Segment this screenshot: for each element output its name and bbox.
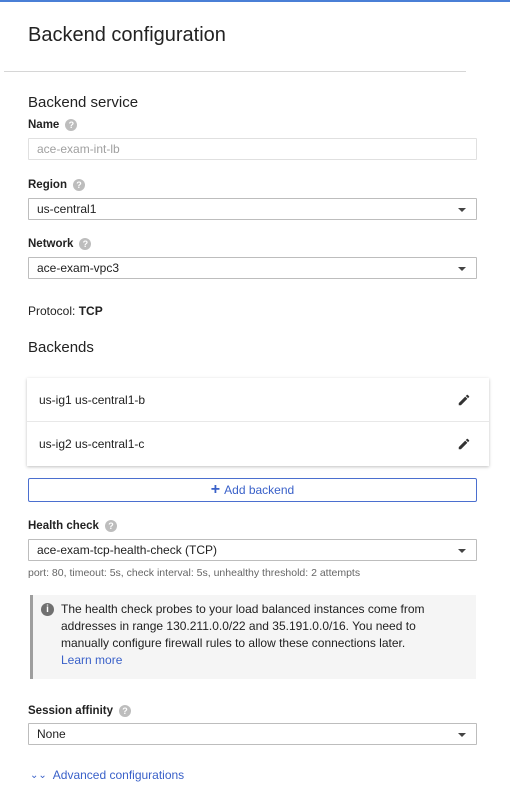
- double-chevron-down-icon: ⌄⌄: [30, 769, 47, 781]
- network-select-value: ace-exam-vpc3: [37, 261, 120, 275]
- health-check-select[interactable]: ace-exam-tcp-health-check (TCP): [28, 539, 477, 561]
- health-check-details: port: 80, timeout: 5s, check interval: 5…: [28, 567, 361, 579]
- section-title-backend-service: Backend service: [28, 94, 139, 111]
- plus-icon: +: [210, 481, 221, 498]
- backend-item[interactable]: us-ig2 us-central1-c: [27, 422, 489, 466]
- backend-item[interactable]: us-ig1 us-central1-b: [27, 378, 489, 422]
- region-label: Region ?: [28, 179, 85, 191]
- session-affinity-select[interactable]: None: [28, 723, 477, 745]
- help-icon[interactable]: ?: [104, 520, 117, 532]
- backend-item-label: us-ig1 us-central1-b: [39, 392, 146, 407]
- protocol-value: TCP: [78, 304, 103, 318]
- backend-item-label: us-ig2 us-central1-c: [39, 437, 145, 451]
- health-check-select-value: ace-exam-tcp-health-check (TCP): [37, 543, 218, 557]
- help-icon[interactable]: ?: [79, 238, 92, 250]
- session-affinity-label: Session affinity ?: [28, 705, 131, 717]
- page-title: Backend configuration: [28, 24, 226, 46]
- info-icon: i: [41, 603, 54, 616]
- name-label-text: Name: [28, 119, 60, 131]
- add-backend-button[interactable]: + Add backend: [28, 478, 477, 502]
- health-check-label: Health check ?: [28, 520, 117, 532]
- dropdown-caret-icon: [458, 549, 466, 553]
- dropdown-caret-icon: [458, 733, 466, 737]
- help-icon[interactable]: ?: [72, 179, 85, 191]
- edit-pencil-icon[interactable]: [457, 437, 471, 451]
- session-affinity-select-value: None: [37, 727, 66, 741]
- advanced-configurations-label: Advanced configurations: [52, 768, 185, 782]
- backends-list: us-ig1 us-central1-b us-ig2 us-central1-…: [27, 378, 489, 466]
- help-icon[interactable]: ?: [119, 705, 131, 717]
- name-field-value: ace-exam-int-lb: [37, 142, 120, 156]
- help-icon[interactable]: ?: [65, 119, 78, 131]
- health-check-info-text: The health check probes to your load bal…: [61, 602, 425, 650]
- section-title-backends: Backends: [28, 339, 94, 356]
- name-field: ace-exam-int-lb: [28, 138, 477, 160]
- protocol-label: Protocol:: [28, 304, 76, 318]
- region-select[interactable]: us-central1: [28, 198, 477, 220]
- region-label-text: Region: [28, 179, 67, 191]
- network-label-text: Network: [28, 238, 74, 250]
- protocol-line: Protocol: TCP: [28, 304, 103, 318]
- dropdown-caret-icon: [458, 208, 466, 212]
- dropdown-caret-icon: [458, 267, 466, 271]
- edit-pencil-icon[interactable]: [457, 393, 471, 407]
- health-check-label-text: Health check: [28, 520, 99, 532]
- advanced-configurations-link[interactable]: ⌄⌄ Advanced configurations: [30, 768, 184, 782]
- network-label: Network ?: [28, 238, 92, 250]
- network-select[interactable]: ace-exam-vpc3: [28, 257, 477, 279]
- learn-more-link[interactable]: Learn more: [61, 652, 466, 669]
- session-affinity-label-text: Session affinity: [28, 705, 113, 717]
- name-label: Name ?: [28, 119, 78, 131]
- title-divider: [4, 71, 466, 72]
- health-check-info-box: i The health check probes to your load b…: [30, 595, 476, 679]
- add-backend-label: Add backend: [224, 483, 295, 497]
- top-accent-line: [0, 0, 510, 2]
- region-select-value: us-central1: [37, 202, 97, 216]
